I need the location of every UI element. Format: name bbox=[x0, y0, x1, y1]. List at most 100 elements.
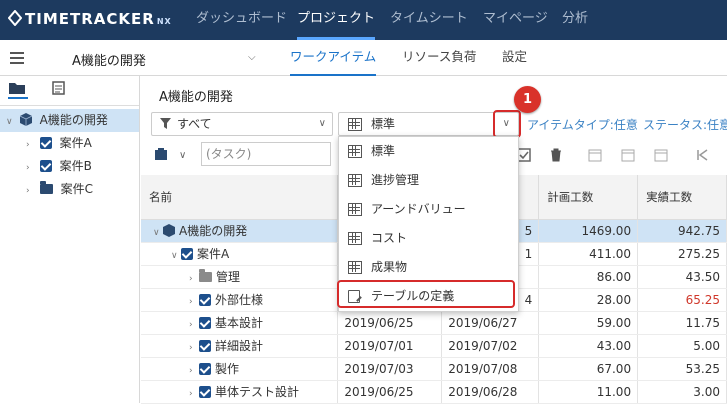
chevron-right-icon[interactable]: › bbox=[26, 157, 36, 180]
row-name: 案件A bbox=[197, 247, 230, 261]
calendar-end-icon[interactable] bbox=[621, 148, 635, 162]
chevron-right-icon[interactable]: › bbox=[189, 343, 199, 353]
skip-start-icon[interactable] bbox=[695, 148, 709, 162]
tree-item-label: 案件C bbox=[60, 182, 94, 196]
chevron-down-icon[interactable]: ∨ bbox=[179, 150, 186, 161]
dropdown-item-progress[interactable]: 進捗管理 bbox=[339, 166, 518, 195]
scope-filter-value: すべて bbox=[177, 117, 212, 131]
app-logo[interactable]: TIMETRACKER NX bbox=[8, 10, 172, 28]
tree-item-case-c[interactable]: › 案件C bbox=[0, 178, 139, 201]
view-select-value: 標準 bbox=[371, 117, 396, 131]
row-start: 2019/07/01 bbox=[337, 334, 443, 358]
check-icon[interactable] bbox=[517, 148, 531, 162]
sidebar-tabs bbox=[0, 76, 139, 106]
folder-icon bbox=[39, 181, 53, 194]
chevron-right-icon[interactable]: › bbox=[189, 389, 199, 399]
column-header-actual-hours[interactable]: 実績工数 bbox=[637, 175, 727, 220]
tab-folder-view[interactable] bbox=[8, 81, 28, 99]
row-planned-hours: 28.00 bbox=[538, 288, 639, 312]
dropdown-item-earned-value[interactable]: アーンドバリュー bbox=[339, 195, 518, 224]
dropdown-item-standard[interactable]: 標準 bbox=[339, 137, 518, 166]
checkbox-icon bbox=[199, 386, 211, 398]
status-filter[interactable]: ステータス:任意 bbox=[643, 116, 727, 133]
row-name: 単体テスト設計 bbox=[215, 385, 300, 399]
tree-item-label: 案件A bbox=[59, 136, 92, 150]
row-end: 2019/07/08 bbox=[441, 357, 540, 381]
project-selector[interactable]: A機能の開発 bbox=[72, 50, 146, 69]
chevron-right-icon[interactable]: › bbox=[189, 366, 199, 376]
dropdown-item-deliverables[interactable]: 成果物 bbox=[339, 253, 518, 282]
folder-icon bbox=[9, 83, 25, 94]
table-row[interactable]: › 単体テスト設計 2019/06/25 2019/06/28 11.00 3.0… bbox=[141, 380, 727, 404]
row-planned-hours: 86.00 bbox=[538, 265, 639, 289]
tab-settings[interactable]: 設定 bbox=[502, 40, 527, 76]
dropdown-item-cost[interactable]: コスト bbox=[339, 224, 518, 253]
page-title: A機能の開発 bbox=[159, 90, 233, 105]
column-header-planned-hours[interactable]: 計画工数 bbox=[538, 175, 639, 220]
menu-icon[interactable] bbox=[10, 52, 24, 64]
chevron-right-icon[interactable]: › bbox=[189, 320, 199, 330]
checkbox-icon bbox=[39, 137, 52, 149]
table-row[interactable]: › 基本設計 2019/06/25 2019/06/27 59.00 11.75 bbox=[141, 311, 727, 335]
row-actual-hours: 53.25 bbox=[637, 357, 727, 381]
chevron-down-icon[interactable]: ∨ bbox=[6, 111, 16, 134]
tree-item-case-a[interactable]: › 案件A bbox=[0, 132, 139, 155]
nav-project[interactable]: プロジェクト bbox=[297, 0, 376, 40]
chevron-right-icon[interactable]: › bbox=[26, 134, 36, 157]
row-end: 2019/06/27 bbox=[441, 311, 540, 335]
dropdown-item-label: アーンドバリュー bbox=[371, 202, 466, 216]
dropdown-item-label: 標準 bbox=[371, 144, 396, 158]
row-name: 管理 bbox=[216, 270, 241, 284]
table-row[interactable]: › 詳細設計 2019/07/01 2019/07/02 43.00 5.00 bbox=[141, 334, 727, 358]
trash-icon[interactable] bbox=[549, 148, 563, 162]
chevron-down-icon[interactable]: ∨ bbox=[171, 251, 181, 261]
chevron-right-icon[interactable]: › bbox=[26, 180, 36, 203]
dropdown-item-label: コスト bbox=[371, 231, 408, 245]
row-actual-hours: 3.00 bbox=[637, 380, 727, 404]
nav-mypage[interactable]: マイページ bbox=[483, 0, 548, 40]
scope-filter-select[interactable]: すべて ∨ bbox=[151, 112, 333, 136]
highlight-dropdown-toggle bbox=[493, 110, 521, 138]
chevron-down-icon[interactable]: ⌵ bbox=[248, 52, 256, 63]
step-badge: 1 bbox=[514, 86, 541, 113]
calendar-month-icon[interactable] bbox=[654, 148, 668, 162]
tree-item-label: 案件B bbox=[59, 159, 92, 173]
row-actual-hours: 43.50 bbox=[637, 265, 727, 289]
table-icon bbox=[348, 145, 362, 158]
calendar-start-icon[interactable] bbox=[588, 148, 602, 162]
nav-timesheet[interactable]: タイムシート bbox=[390, 0, 468, 40]
dropdown-item-label: 成果物 bbox=[371, 260, 408, 274]
chevron-right-icon[interactable]: › bbox=[189, 274, 199, 284]
tree-item-project[interactable]: ∨ A機能の開発 bbox=[0, 109, 139, 132]
row-end: 2019/06/28 bbox=[441, 380, 540, 404]
tree-item-case-b[interactable]: › 案件B bbox=[0, 155, 139, 178]
tree-item-label: A機能の開発 bbox=[39, 113, 108, 127]
item-type-filter[interactable]: アイテムタイプ:任意 bbox=[527, 116, 638, 133]
nav-analysis[interactable]: 分析 bbox=[562, 0, 588, 40]
table-icon bbox=[348, 261, 362, 274]
row-actual-hours: 942.75 bbox=[637, 219, 727, 243]
folder-icon bbox=[199, 269, 212, 282]
task-search-input[interactable]: (タスク) bbox=[201, 142, 331, 166]
top-navigation-bar: TIMETRACKER NX ダッシュボード プロジェクト タイムシート マイペー… bbox=[0, 0, 727, 40]
row-end: 2019/07/02 bbox=[441, 334, 540, 358]
tab-list-view[interactable] bbox=[50, 81, 70, 99]
work-item-type-icon[interactable] bbox=[154, 147, 168, 161]
chevron-down-icon[interactable]: ∨ bbox=[153, 228, 163, 238]
column-header-name[interactable]: 名前 bbox=[141, 175, 339, 220]
tab-resource-load[interactable]: リソース負荷 bbox=[402, 40, 476, 76]
table-row[interactable]: › 製作 2019/07/03 2019/07/08 67.00 53.25 bbox=[141, 357, 727, 381]
row-start: 2019/07/03 bbox=[337, 357, 443, 381]
row-name: 製作 bbox=[215, 362, 240, 376]
tab-work-items[interactable]: ワークアイテム bbox=[290, 40, 377, 76]
chevron-right-icon[interactable]: › bbox=[189, 297, 199, 307]
sidebar: ∨ A機能の開発 › 案件A › 案件B › 案件C bbox=[0, 76, 140, 403]
checkbox-icon bbox=[199, 363, 211, 375]
row-planned-hours: 67.00 bbox=[538, 357, 639, 381]
view-select[interactable]: 標準 ∨ bbox=[338, 112, 519, 136]
filter-icon bbox=[160, 118, 171, 129]
nav-dashboard[interactable]: ダッシュボード bbox=[196, 0, 287, 40]
project-subbar: A機能の開発 ⌵ ワークアイテム リソース負荷 設定 bbox=[0, 40, 727, 76]
row-start: 2019/06/25 bbox=[337, 380, 443, 404]
row-planned-hours: 1469.00 bbox=[538, 219, 639, 243]
